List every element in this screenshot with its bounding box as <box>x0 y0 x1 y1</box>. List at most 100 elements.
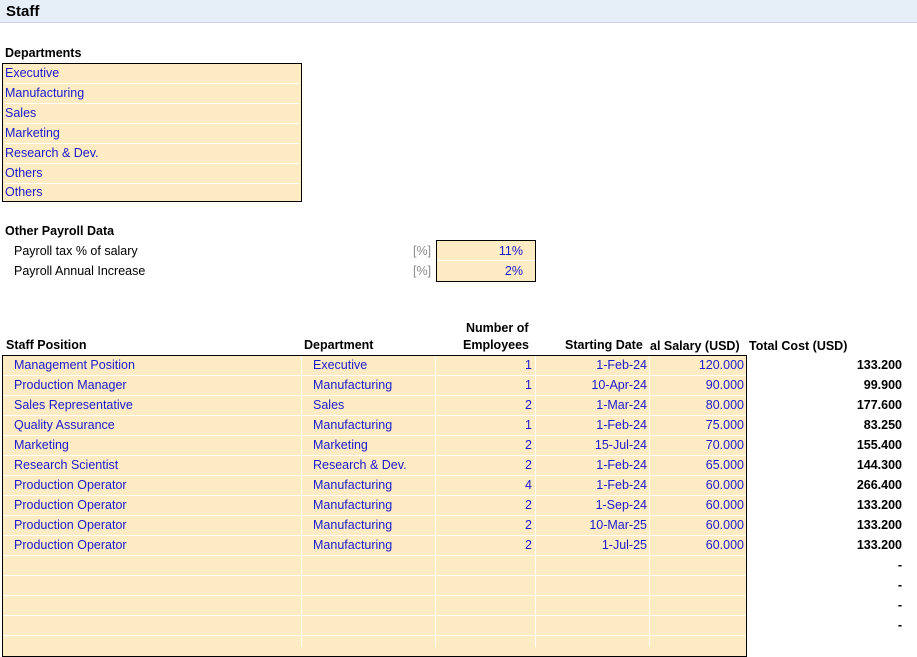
annual-salary-cell[interactable]: 60.000 <box>650 475 744 495</box>
header-employees-line2: Employees <box>463 338 530 352</box>
total-cost-cell: 133.200 <box>856 498 902 512</box>
staff-position-cell[interactable]: Production Operator <box>14 515 127 535</box>
total-cost-cell: 266.400 <box>856 478 902 492</box>
starting-date-cell[interactable]: 1-Jul-25 <box>536 535 647 555</box>
total-cost-cell: 144.300 <box>856 458 902 472</box>
department-cell[interactable]: Research & Dev. <box>5 144 299 164</box>
total-cost-cell: - <box>897 598 902 612</box>
total-cost-cell: - <box>897 558 902 572</box>
table-row: Quality Assurance Manufacturing 1 1-Feb-… <box>0 415 917 435</box>
total-cost-cell: - <box>897 618 902 632</box>
starting-date-cell[interactable]: 1-Sep-24 <box>536 495 647 515</box>
staff-position-cell[interactable]: Production Operator <box>14 495 127 515</box>
department-cell[interactable]: Others <box>5 164 299 184</box>
total-cost-cell: 177.600 <box>856 398 902 412</box>
employees-cell[interactable]: 4 <box>436 475 532 495</box>
starting-date-cell[interactable]: 1-Mar-24 <box>536 395 647 415</box>
payroll-increase-label: Payroll Annual Increase <box>14 264 146 278</box>
header-starting-date: Starting Date <box>565 338 643 352</box>
department-cell[interactable]: Marketing <box>5 124 299 144</box>
staff-position-cell[interactable]: Quality Assurance <box>14 415 115 435</box>
payroll-tax-unit: [%] <box>413 244 432 258</box>
annual-salary-cell[interactable]: 60.000 <box>650 495 744 515</box>
table-row: Production Operator Manufacturing 2 10-M… <box>0 515 917 535</box>
starting-date-cell[interactable]: 1-Feb-24 <box>536 415 647 435</box>
table-row: Production Operator Manufacturing 2 1-Ju… <box>0 535 917 555</box>
starting-date-cell[interactable]: 15-Jul-24 <box>536 435 647 455</box>
annual-salary-cell[interactable]: 60.000 <box>650 535 744 555</box>
department-cell[interactable]: Sales <box>5 104 299 124</box>
table-row: - <box>0 555 917 575</box>
total-cost-cell: 99.900 <box>863 378 902 392</box>
table-row: Production Operator Manufacturing 4 1-Fe… <box>0 475 917 495</box>
employees-cell[interactable]: 1 <box>436 415 532 435</box>
department-cell[interactable]: Executive <box>5 64 299 84</box>
departments-heading: Departments <box>5 46 82 60</box>
department-cell[interactable]: Marketing <box>313 435 368 455</box>
starting-date-cell[interactable]: 1-Feb-24 <box>536 455 647 475</box>
table-row: Production Operator Manufacturing 2 1-Se… <box>0 495 917 515</box>
table-row: Management Position Executive 1 1-Feb-24… <box>0 355 917 375</box>
department-cell[interactable]: Research & Dev. <box>313 455 407 475</box>
department-cell[interactable]: Manufacturing <box>5 84 299 104</box>
table-row: - <box>0 575 917 595</box>
table-row: Research Scientist Research & Dev. 2 1-F… <box>0 455 917 475</box>
row-divider <box>3 635 746 636</box>
staff-position-cell[interactable]: Production Operator <box>14 535 127 555</box>
table-row: Production Manager Manufacturing 1 10-Ap… <box>0 375 917 395</box>
department-cell[interactable]: Manufacturing <box>313 515 392 535</box>
employees-cell[interactable]: 2 <box>436 535 532 555</box>
department-cell[interactable]: Others <box>5 183 299 202</box>
starting-date-cell[interactable]: 1-Feb-24 <box>536 355 647 375</box>
annual-salary-cell[interactable]: 75.000 <box>650 415 744 435</box>
payroll-tax-input[interactable]: 11% <box>437 241 523 261</box>
department-cell[interactable]: Manufacturing <box>313 495 392 515</box>
table-row: Sales Representative Sales 2 1-Mar-24 80… <box>0 395 917 415</box>
total-cost-cell: 133.200 <box>856 518 902 532</box>
employees-cell[interactable]: 1 <box>436 375 532 395</box>
sheet-title: Staff <box>6 3 40 20</box>
department-cell[interactable]: Sales <box>313 395 344 415</box>
starting-date-cell[interactable]: 10-Apr-24 <box>536 375 647 395</box>
employees-cell[interactable]: 2 <box>436 395 532 415</box>
total-cost-cell: 133.200 <box>856 358 902 372</box>
employees-cell[interactable]: 2 <box>436 435 532 455</box>
employees-cell[interactable]: 1 <box>436 355 532 375</box>
total-cost-cell: 133.200 <box>856 538 902 552</box>
starting-date-cell[interactable]: 1-Feb-24 <box>536 475 647 495</box>
employees-cell[interactable]: 2 <box>436 455 532 475</box>
annual-salary-cell[interactable]: 90.000 <box>650 375 744 395</box>
department-cell[interactable]: Manufacturing <box>313 415 392 435</box>
annual-salary-cell[interactable]: 60.000 <box>650 515 744 535</box>
staff-position-cell[interactable]: Production Operator <box>14 475 127 495</box>
staff-position-cell[interactable]: Marketing <box>14 435 69 455</box>
staff-position-cell[interactable]: Production Manager <box>14 375 127 395</box>
total-cost-cell: - <box>897 578 902 592</box>
department-cell[interactable]: Manufacturing <box>313 475 392 495</box>
payroll-heading: Other Payroll Data <box>5 224 115 238</box>
staff-position-cell[interactable]: Sales Representative <box>14 395 133 415</box>
annual-salary-cell[interactable]: 70.000 <box>650 435 744 455</box>
header-total-cost: Total Cost (USD) <box>749 339 848 353</box>
payroll-input-box: 11% 2% <box>436 240 536 282</box>
annual-salary-cell[interactable]: 80.000 <box>650 395 744 415</box>
header-employees-line1: Number of <box>466 321 529 335</box>
employees-cell[interactable]: 2 <box>436 515 532 535</box>
staff-position-cell[interactable]: Management Position <box>14 355 135 375</box>
starting-date-cell[interactable]: 10-Mar-25 <box>536 515 647 535</box>
header-department: Department <box>304 338 374 352</box>
employees-cell[interactable]: 2 <box>436 495 532 515</box>
header-staff-position: Staff Position <box>6 338 87 352</box>
departments-list: Executive Manufacturing Sales Marketing … <box>2 63 302 202</box>
annual-salary-cell[interactable]: 120.000 <box>650 355 744 375</box>
sheet-title-bar: Staff <box>0 0 917 23</box>
payroll-increase-unit: [%] <box>413 264 432 278</box>
department-cell[interactable]: Manufacturing <box>313 535 392 555</box>
annual-salary-cell[interactable]: 65.000 <box>650 455 744 475</box>
total-cost-cell: 155.400 <box>856 438 902 452</box>
payroll-tax-label: Payroll tax % of salary <box>14 244 138 258</box>
payroll-increase-input[interactable]: 2% <box>437 261 523 281</box>
staff-position-cell[interactable]: Research Scientist <box>14 455 118 475</box>
department-cell[interactable]: Executive <box>313 355 367 375</box>
department-cell[interactable]: Manufacturing <box>313 375 392 395</box>
